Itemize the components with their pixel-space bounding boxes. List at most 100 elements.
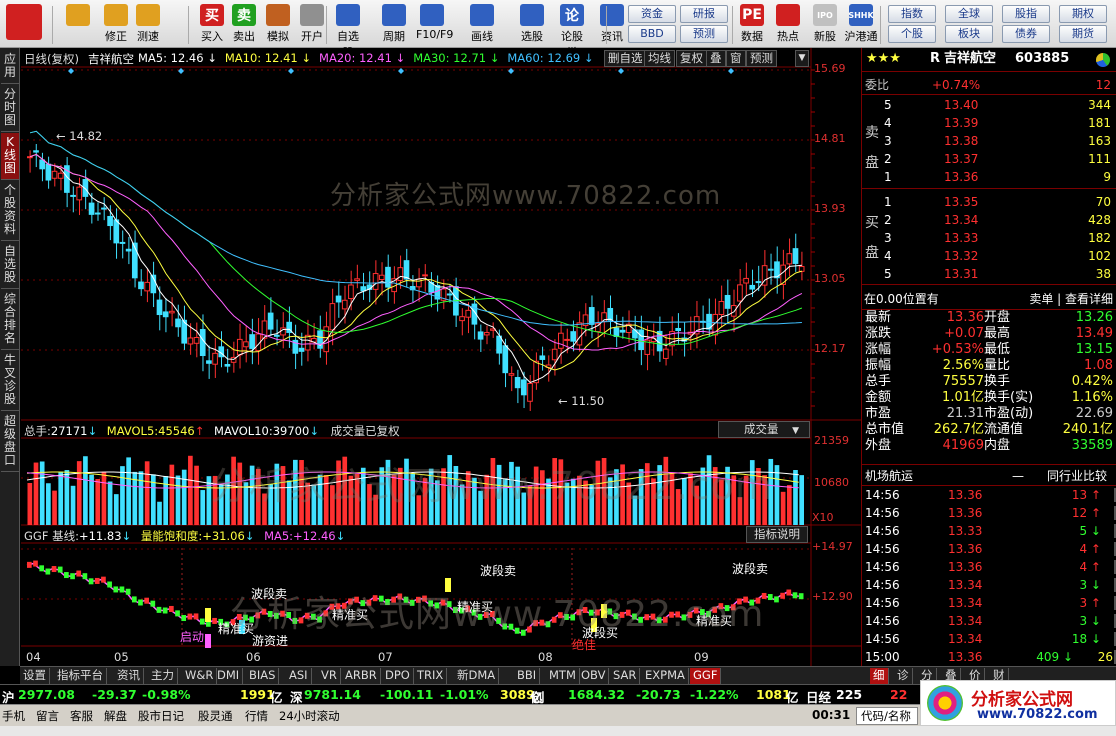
indicator-tab[interactable]: MTM <box>546 668 580 684</box>
toolbar-market-button[interactable]: 股指 <box>1002 5 1050 23</box>
indicator-tab[interactable]: OBV <box>578 668 610 684</box>
bottom-bar-item[interactable]: 股灵通 <box>198 708 233 724</box>
indicator-tab[interactable]: DMI <box>214 668 244 684</box>
indicator-tab[interactable]: VR <box>318 668 341 684</box>
candle-body <box>749 284 756 290</box>
indicator-help-button[interactable]: 指标说明 <box>746 526 808 543</box>
volume-axis-label: 21359 <box>814 434 849 447</box>
volume-bar <box>188 455 193 525</box>
toolbar-market-button[interactable]: 期权 <box>1059 5 1107 23</box>
toolbar-sh-hk-button[interactable]: SHHK 沪港通 <box>844 4 878 46</box>
left-tab[interactable]: K线图 <box>1 133 19 180</box>
left-tab[interactable]: 应用 <box>1 50 19 84</box>
toolbar-pen-button[interactable]: 画线 <box>466 4 498 46</box>
left-tab[interactable]: 个股资料 <box>1 181 19 241</box>
indicator-tab[interactable]: 指标平台 <box>54 668 107 684</box>
toolbar-pe-button[interactable]: PE 数据 <box>736 4 768 46</box>
chart-header-button[interactable]: 预测 <box>746 50 777 67</box>
tick-time: 14:56 <box>865 632 900 646</box>
left-tab[interactable]: 超级盘口 <box>1 412 19 472</box>
indicator-tab[interactable]: 设置 <box>20 668 50 684</box>
left-tab[interactable]: 牛叉诊股 <box>1 351 19 411</box>
toolbar-sell-button[interactable]: 卖卖出 <box>228 4 260 46</box>
dropdown-arrow-icon[interactable]: ▼ <box>795 50 809 67</box>
bid-volume: 102 <box>1088 249 1111 263</box>
toolbar-hot-button[interactable]: 热点 <box>772 4 804 46</box>
ggf-bar <box>187 613 193 620</box>
toolbar-hammer-button[interactable]: 模拟 <box>262 4 294 46</box>
toolbar-quick-button[interactable]: 资金 <box>628 5 676 23</box>
stat-label: 最低 <box>984 342 1011 357</box>
detail-link[interactable]: 卖单 | 查看详细 <box>1029 290 1113 308</box>
toolbar-market-button[interactable]: 债券 <box>1002 25 1050 43</box>
indicator-tab[interactable]: ARBR <box>342 668 381 684</box>
chart-header-button[interactable]: 窗 <box>726 50 746 67</box>
industry-compare-button[interactable]: 同行业比较 <box>1047 467 1107 485</box>
chart-header-button[interactable]: 删自选 <box>604 50 647 67</box>
indicator-tab[interactable]: ASI <box>286 668 312 684</box>
candle-body <box>39 159 46 170</box>
toolbar-f10-button[interactable]: F10/F9 <box>416 4 453 46</box>
toolbar-period-button[interactable]: 周期 <box>378 4 410 46</box>
indicator-tab[interactable]: GGF <box>690 668 722 684</box>
quote-panel-tab[interactable]: 细 <box>870 668 889 684</box>
toolbar-ipo-button[interactable]: IPO 新股 <box>808 4 842 46</box>
toolbar-quick-button[interactable]: 研报 <box>680 5 728 23</box>
toolbar-market-button[interactable]: 指数 <box>888 5 936 23</box>
indicator-tab[interactable]: TRIX <box>414 668 448 684</box>
indicator-tab[interactable]: BIAS <box>246 668 280 684</box>
toolbar-forum-button[interactable]: 论论股堂 <box>556 4 588 59</box>
toolbar-market-button[interactable]: 个股 <box>888 25 936 43</box>
toolbar-back-arrow-button[interactable] <box>62 4 94 46</box>
left-tab[interactable]: 分时图 <box>1 85 19 132</box>
left-tab[interactable]: 综合排名 <box>1 290 19 350</box>
tick-price: 13.34 <box>948 596 983 610</box>
indicator-tab[interactable]: 新DMA <box>454 668 500 684</box>
candle-body <box>267 312 274 330</box>
indicator-tab[interactable]: SAR <box>610 668 641 684</box>
toolbar-select-stock-button[interactable]: 选股 <box>516 4 548 46</box>
ask-level: 1 <box>884 170 892 184</box>
indicator-tab[interactable]: 主力 <box>148 668 178 684</box>
toolbar-up-down-arrow-button[interactable]: 修正 <box>100 4 132 46</box>
indicator-tab[interactable]: EXPMA <box>642 668 689 684</box>
toolbar-lock-button[interactable]: 开户 <box>296 4 328 46</box>
chart-title: 日线(复权) <box>24 52 79 66</box>
toolbar-buy-button[interactable]: 买买入 <box>196 4 228 46</box>
toolbar-market-button[interactable]: 板块 <box>945 25 993 43</box>
horizontal-scrollbar[interactable] <box>0 726 1116 736</box>
indicator-tab[interactable]: DPO <box>382 668 414 684</box>
left-tab[interactable]: 自选股 <box>1 242 19 289</box>
toolbar-quick-button[interactable]: BBD <box>628 25 676 43</box>
toolbar-app-menu-button[interactable] <box>4 4 44 46</box>
indicator-tab[interactable]: BBI <box>514 668 541 684</box>
indicator-tab[interactable]: 资讯 <box>114 668 144 684</box>
ggf-bar <box>150 600 156 607</box>
bottom-bar-item[interactable]: 留言 <box>36 708 59 724</box>
toolbar-quick-button[interactable]: 预测 <box>680 25 728 43</box>
chart-header-button[interactable]: 复权 <box>676 50 707 67</box>
toolbar-star-button[interactable]: 自选股 <box>332 4 364 59</box>
pie-chart-icon[interactable] <box>1096 53 1110 67</box>
toolbar-market-button[interactable]: 期货 <box>1059 25 1107 43</box>
code-search-input[interactable]: 代码/名称 <box>856 707 918 725</box>
volume-indicator-select[interactable]: 成交量 ▼ <box>718 421 810 438</box>
quote-row: 委比 +0.74% 12 <box>862 76 1116 94</box>
chart-header-button[interactable]: 均线 <box>644 50 675 67</box>
stat-value: 0.42% <box>1071 374 1113 389</box>
bottom-bar-item[interactable]: 手机 <box>2 708 25 724</box>
toolbar-news-button[interactable]: 资讯 <box>596 4 628 46</box>
bottom-bar-item[interactable]: 解盘 <box>104 708 127 724</box>
chart-header-button[interactable]: 叠 <box>706 50 726 67</box>
toolbar-clock-button[interactable]: 测速 <box>132 4 164 46</box>
bottom-bar-item[interactable]: 行情 <box>245 708 268 724</box>
quote-panel-tab[interactable]: 诊 <box>894 668 913 684</box>
bottom-bar-item[interactable]: 股市日记 <box>138 708 184 724</box>
toolbar-market-button[interactable]: 全球 <box>945 5 993 23</box>
stat-value: 13.15 <box>1075 342 1113 357</box>
tick-price: 13.36 <box>948 560 983 574</box>
bottom-bar-item[interactable]: 24小时滚动 <box>279 708 340 724</box>
bottom-bar-item[interactable]: 客服 <box>70 708 93 724</box>
candle-body <box>551 348 558 361</box>
indicator-tab[interactable]: W&R <box>182 668 218 684</box>
